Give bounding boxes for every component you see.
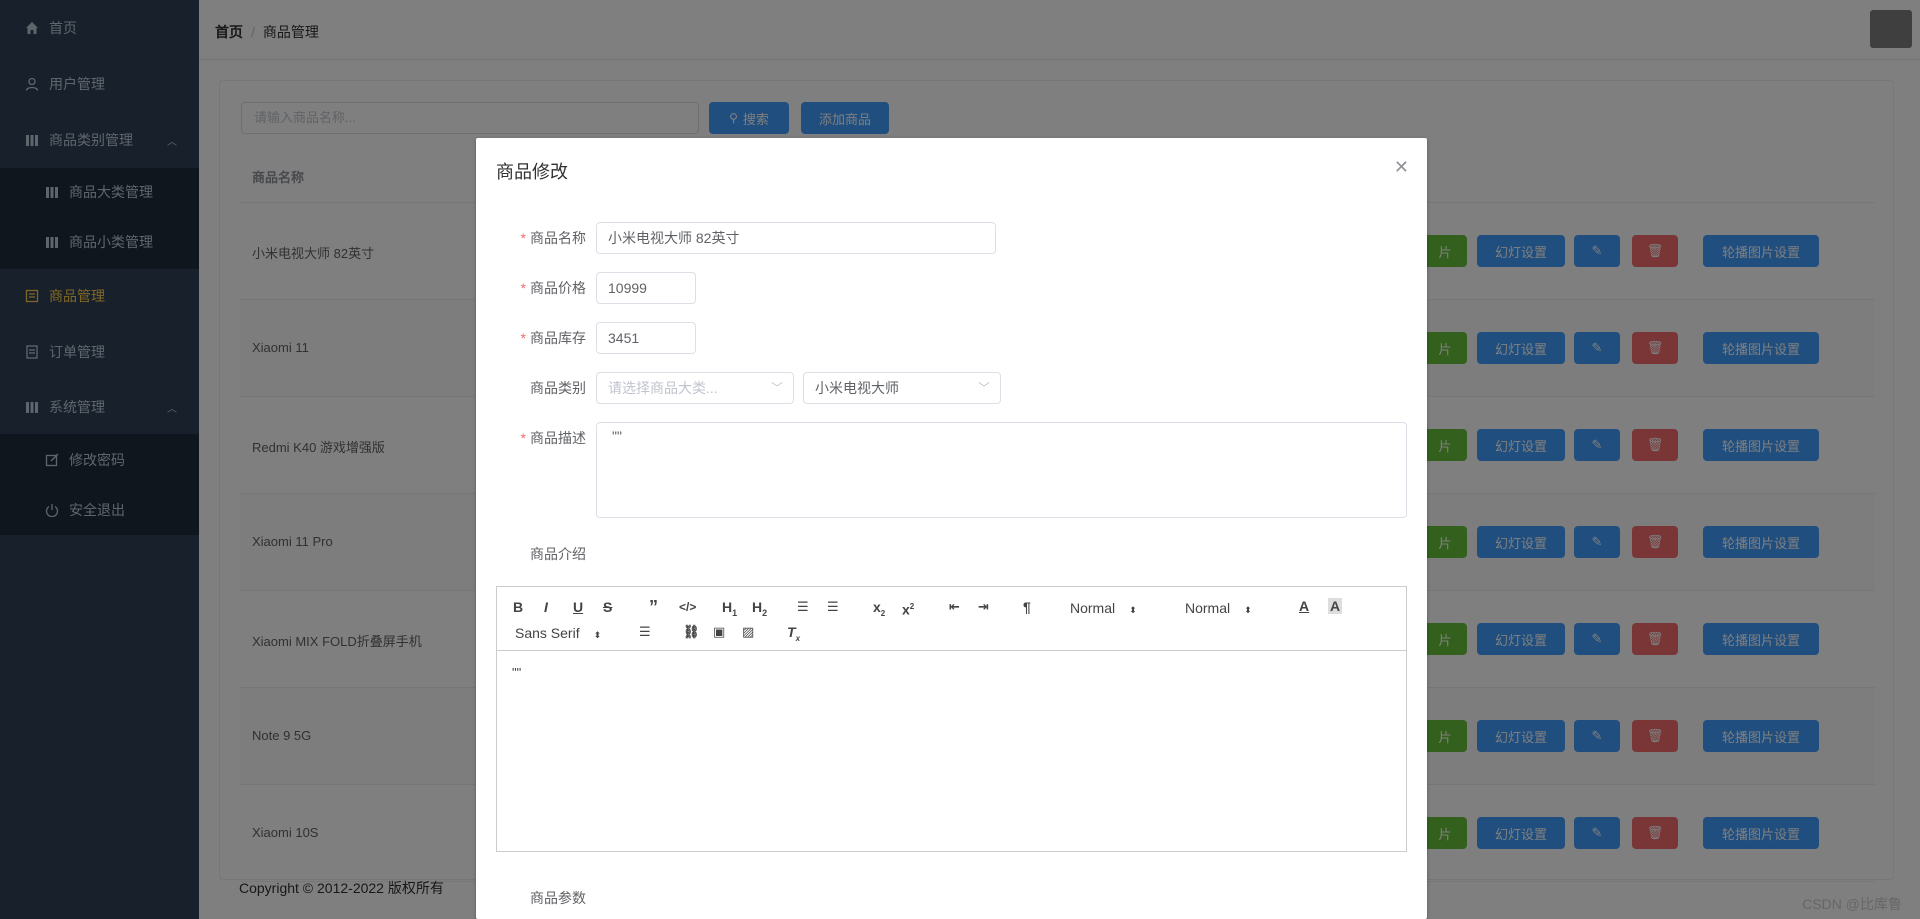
image-icon[interactable]: ▨ bbox=[742, 624, 754, 640]
text-color-icon[interactable]: A bbox=[1299, 598, 1309, 614]
italic-icon[interactable]: I bbox=[544, 599, 548, 615]
size-select[interactable]: Normal ⬍ bbox=[1185, 600, 1252, 618]
dialog-title: 商品修改 bbox=[496, 162, 568, 182]
goods-price-input[interactable]: 10999 bbox=[596, 272, 696, 304]
text-direction-icon[interactable]: ¶ bbox=[1023, 599, 1031, 615]
chevron-down-icon: ﹀ bbox=[770, 381, 783, 395]
strike-icon[interactable]: S bbox=[603, 599, 612, 615]
edit-goods-dialog: 商品修改 ✕ * 商品名称 小米电视大师 82英寸 * 商品价格 10999 * 商品… bbox=[476, 138, 1427, 919]
name-label: * 商品名称 bbox=[520, 230, 586, 246]
subscript-icon[interactable]: x2 bbox=[873, 599, 885, 622]
ordered-list-icon[interactable]: ☰ bbox=[797, 599, 809, 615]
underline-icon[interactable]: U bbox=[573, 599, 583, 615]
clean-format-icon[interactable]: Tx bbox=[787, 624, 800, 647]
updown-icon: ⬍ bbox=[593, 630, 602, 640]
indent-icon[interactable]: ⇥ bbox=[978, 599, 989, 615]
chevron-down-icon: ﹀ bbox=[977, 381, 990, 395]
category-label: 商品类别 bbox=[530, 380, 586, 396]
stock-label: * 商品库存 bbox=[520, 330, 586, 346]
link-icon[interactable]: ⛓ bbox=[683, 624, 700, 640]
big-category-placeholder: 请选择商品大类... bbox=[608, 380, 718, 396]
close-icon[interactable]: ✕ bbox=[1394, 158, 1409, 176]
small-category-value: 小米电视大师 bbox=[815, 380, 899, 396]
header1-icon[interactable]: H1 bbox=[722, 599, 737, 621]
editor-toolbar: B I U S ” </> H1 H2 ☰ ☰ x2 x2 ⇤ ⇥ ¶ Norm… bbox=[497, 587, 1406, 651]
font-select[interactable]: Sans Serif ⬍ bbox=[515, 625, 601, 643]
goods-stock-input[interactable]: 3451 bbox=[596, 322, 696, 354]
superscript-icon[interactable]: x2 bbox=[902, 599, 914, 618]
updown-icon: ⬍ bbox=[1129, 605, 1137, 615]
params-label: 商品参数 bbox=[530, 890, 586, 906]
blockquote-icon[interactable]: ” bbox=[649, 598, 658, 616]
video-icon[interactable]: ▣ bbox=[713, 624, 725, 640]
outdent-icon[interactable]: ⇤ bbox=[949, 599, 960, 615]
align-icon[interactable]: ☰ bbox=[639, 624, 651, 640]
code-icon[interactable]: </> bbox=[679, 599, 696, 615]
bullet-list-icon[interactable]: ☰ bbox=[827, 599, 839, 615]
header-select[interactable]: Normal ⬍ bbox=[1070, 600, 1137, 618]
header2-icon[interactable]: H2 bbox=[752, 599, 767, 621]
rich-text-editor: B I U S ” </> H1 H2 ☰ ☰ x2 x2 ⇤ ⇥ ¶ Norm… bbox=[496, 586, 1407, 852]
goods-desc-textarea[interactable]: "" bbox=[596, 422, 1407, 518]
desc-label: * 商品描述 bbox=[520, 430, 586, 446]
small-category-select[interactable]: 小米电视大师 ﹀ bbox=[803, 372, 1001, 404]
background-color-icon[interactable]: A bbox=[1328, 598, 1343, 614]
intro-label: 商品介绍 bbox=[530, 546, 586, 562]
updown-icon: ⬍ bbox=[1244, 605, 1252, 615]
bold-icon[interactable]: B bbox=[513, 599, 523, 615]
watermark: CSDN @比库鲁 bbox=[1802, 896, 1902, 912]
big-category-select[interactable]: 请选择商品大类... ﹀ bbox=[596, 372, 794, 404]
price-label: * 商品价格 bbox=[520, 280, 586, 296]
editor-content[interactable]: "" bbox=[512, 665, 521, 680]
goods-name-input[interactable]: 小米电视大师 82英寸 bbox=[596, 222, 996, 254]
